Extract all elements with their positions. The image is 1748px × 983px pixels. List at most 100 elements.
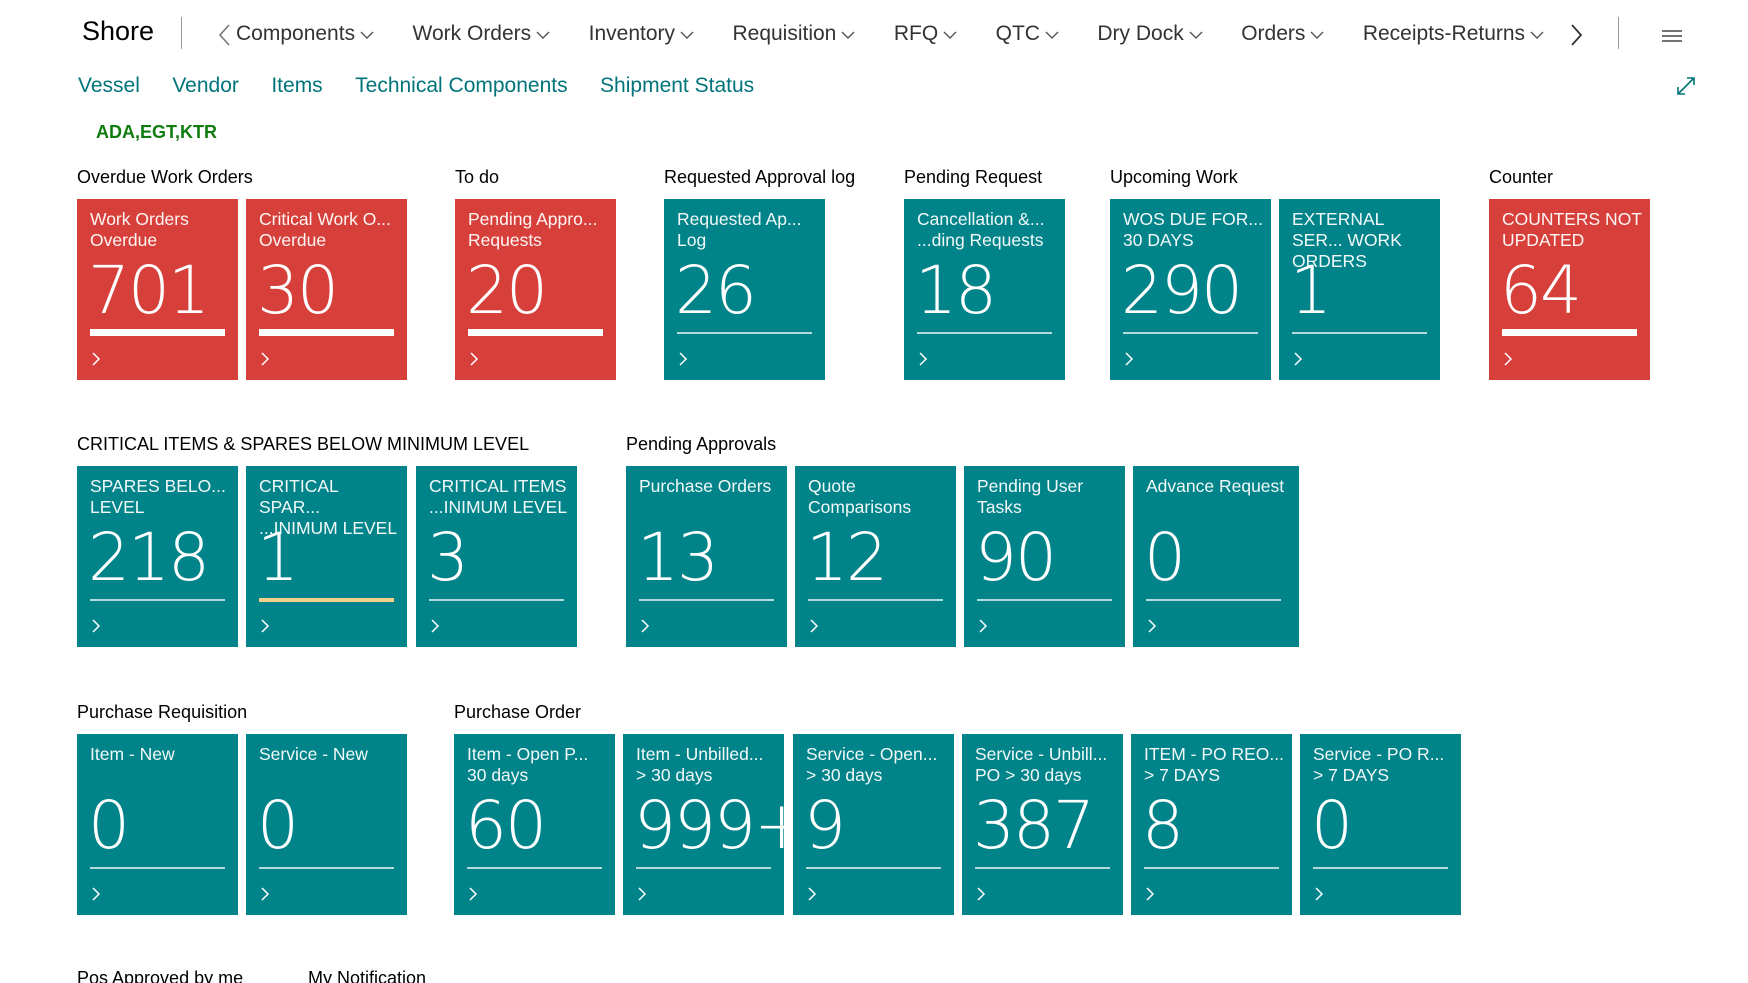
tile-label: Service - Open... > 30 days [806,744,938,785]
chevron-right-icon [640,618,654,636]
tile-external-service-work-orders[interactable]: EXTERNAL SER... WORK ORDERS 1 [1279,199,1440,380]
chevron-right-icon [918,351,932,369]
tile-label: COUNTERS NOT UPDATED [1502,209,1642,250]
tile-indicator-bar [806,867,941,869]
tile-critical-items-below-minimum[interactable]: CRITICAL ITEMS ...INIMUM LEVEL 3 [416,466,577,647]
tile-item-unbilled-30-days[interactable]: Item - Unbilled... > 30 days 999+ [623,734,784,915]
menu-inventory[interactable]: Inventory [589,22,694,46]
tile-indicator-bar [975,867,1110,869]
tile-counters-not-updated[interactable]: COUNTERS NOT UPDATED 64 [1489,199,1650,380]
expand-icon[interactable] [1674,74,1698,98]
menu-work-orders[interactable]: Work Orders [413,22,551,46]
tile-value: 1 [257,519,299,596]
tile-label: Work Orders Overdue [90,209,189,250]
tile-label: Purchase Orders [639,476,772,496]
tile-indicator-bar [259,598,394,602]
tile-advance-request[interactable]: Advance Request 0 [1133,466,1299,647]
tile-value: 387 [973,787,1095,864]
tile-label: Pending User Tasks [977,476,1084,517]
chevron-right-icon [430,618,444,636]
tile-pending-approval-requests[interactable]: Pending Appro... Requests 20 [455,199,616,380]
tile-value: 12 [806,519,888,596]
tile-value: 3 [427,519,469,596]
tile-service-new[interactable]: Service - New 0 [246,734,407,915]
menu-label: Orders [1241,22,1306,45]
menu-requisition[interactable]: Requisition [732,22,855,46]
tile-service-unbilled-po-30-days[interactable]: Service - Unbill... PO > 30 days 387 [962,734,1123,915]
tile-indicator-bar [977,599,1112,601]
menu-label: Inventory [588,22,676,45]
menu-components[interactable]: Components [236,22,374,46]
tile-quote-comparisons[interactable]: Quote Comparisons 12 [795,466,956,647]
tile-value: 26 [675,252,757,329]
chevron-down-icon [1530,22,1544,46]
tile-item-new[interactable]: Item - New 0 [77,734,238,915]
vessel-filter-label[interactable]: ADA,EGT,KTR [96,122,217,143]
chevron-right-icon [91,618,105,636]
tile-indicator-bar [90,599,225,601]
tile-indicator-bar [1144,867,1279,869]
chevron-right-icon [1145,886,1159,904]
tile-pending-user-tasks[interactable]: Pending User Tasks 90 [964,466,1125,647]
chevron-right-icon [91,886,105,904]
menu-qtc[interactable]: QTC [996,22,1059,46]
chevron-right-icon [91,351,105,369]
tile-label: Service - PO R... > 7 DAYS [1313,744,1445,785]
tile-indicator-bar [429,599,564,601]
scroll-right-icon[interactable] [1565,20,1589,50]
tile-value: 20 [466,252,548,329]
tile-service-po-reorder-7-days[interactable]: Service - PO R... > 7 DAYS 0 [1300,734,1461,915]
tile-indicator-bar [677,332,812,334]
menu-label: QTC [995,22,1040,45]
tile-value: 0 [88,787,130,864]
scroll-left-icon[interactable] [212,20,236,50]
tile-value: 218 [88,519,210,596]
chevron-right-icon [260,886,274,904]
tile-spares-below-level[interactable]: SPARES BELO... LEVEL 218 [77,466,238,647]
chevron-right-icon [1314,886,1328,904]
menu-orders[interactable]: Orders [1241,22,1324,46]
tile-item-po-reorder-7-days[interactable]: ITEM - PO REO... > 7 DAYS 8 [1131,734,1292,915]
chevron-down-icon [360,22,374,46]
tile-value: 0 [257,787,299,864]
tile-critical-work-orders-overdue[interactable]: Critical Work O... Overdue 30 [246,199,407,380]
chevron-right-icon [260,351,274,369]
chevron-right-icon [1293,351,1307,369]
tile-indicator-bar [636,867,771,869]
link-shipment-status[interactable]: Shipment Status [600,74,754,98]
tile-value: 30 [257,252,339,329]
menu-dry-dock[interactable]: Dry Dock [1097,22,1203,46]
link-technical-components[interactable]: Technical Components [355,74,567,98]
menu-rfq[interactable]: RFQ [894,22,957,46]
link-items[interactable]: Items [271,74,322,98]
chevron-right-icon [468,886,482,904]
tile-label: Item - Open P... 30 days [467,744,589,785]
tile-value: 64 [1500,252,1582,329]
tile-work-orders-overdue[interactable]: Work Orders Overdue 701 [77,199,238,380]
hamburger-menu-icon[interactable] [1658,26,1686,46]
chevron-down-icon [680,22,694,46]
tile-indicator-bar [468,329,603,336]
chevron-down-icon [943,22,957,46]
tile-item-open-po-30-days[interactable]: Item - Open P... 30 days 60 [454,734,615,915]
tile-service-open-30-days[interactable]: Service - Open... > 30 days 9 [793,734,954,915]
tile-label: Pending Appro... Requests [468,209,598,250]
group-title-pending-approvals: Pending Approvals [626,434,777,454]
tile-value: 1 [1290,252,1332,329]
tile-requested-approval-log[interactable]: Requested Ap... Log 26 [664,199,825,380]
link-vendor[interactable]: Vendor [172,74,239,98]
tile-critical-spares-below-minimum[interactable]: CRITICAL SPAR... ...INIMUM LEVEL 1 [246,466,407,647]
link-vessel[interactable]: Vessel [78,74,140,98]
chevron-down-icon [1310,22,1324,46]
app-title[interactable]: Shore [82,16,154,47]
group-title-critical-items: CRITICAL ITEMS & SPARES BELOW MINIMUM LE… [77,434,530,454]
group-title-my-notification: My Notification [308,968,427,983]
menu-receipts-returns[interactable]: Receipts-Returns [1363,22,1544,46]
chevron-down-icon [1189,22,1203,46]
tile-purchase-orders[interactable]: Purchase Orders 13 [626,466,787,647]
tile-label: SPARES BELO... LEVEL [90,476,226,517]
tile-cancellation-pending-requests[interactable]: Cancellation &... ...ding Requests 18 [904,199,1065,380]
tile-label: Item - New [90,744,175,764]
tile-wos-due-30-days[interactable]: WOS DUE FOR... 30 DAYS 290 [1110,199,1271,380]
tile-value: 60 [465,787,547,864]
